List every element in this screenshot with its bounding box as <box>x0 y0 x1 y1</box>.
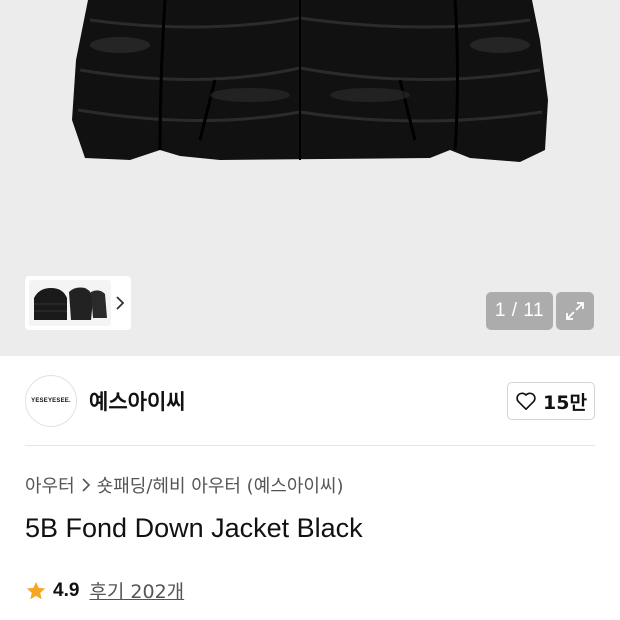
image-counter: 1 / 11 <box>486 292 553 330</box>
heart-icon <box>516 392 536 410</box>
brand-row: YESEYESEE. 예스아이씨 15만 <box>25 374 595 428</box>
thumbnail-strip[interactable] <box>25 276 131 330</box>
breadcrumb-category[interactable]: 아우터 <box>25 472 75 498</box>
breadcrumb: 아우터 숏패딩/헤비 아우터 (예스아이씨) <box>25 472 344 498</box>
brand-name[interactable]: 예스아이씨 <box>89 386 186 416</box>
like-count: 15만 <box>543 391 587 414</box>
rating-value: 4.9 <box>53 579 80 601</box>
star-icon <box>26 581 46 599</box>
jacket-thumbnail[interactable] <box>29 280 111 326</box>
review-count-link[interactable]: 후기 202개 <box>89 577 184 604</box>
expand-icon <box>566 302 584 320</box>
chevron-right-icon <box>82 478 90 492</box>
divider <box>25 445 595 446</box>
like-button[interactable]: 15만 <box>507 382 595 420</box>
product-title: 5B Fond Down Jacket Black <box>25 513 363 543</box>
rating-row: 4.9 후기 202개 <box>25 577 184 604</box>
brand-logo[interactable]: YESEYESEE. <box>25 375 77 427</box>
product-image-gallery[interactable]: 1 / 11 <box>0 0 620 356</box>
expand-button[interactable] <box>556 292 594 330</box>
chevron-right-icon[interactable] <box>111 280 129 326</box>
breadcrumb-subcategory[interactable]: 숏패딩/헤비 아우터 (예스아이씨) <box>97 472 344 498</box>
